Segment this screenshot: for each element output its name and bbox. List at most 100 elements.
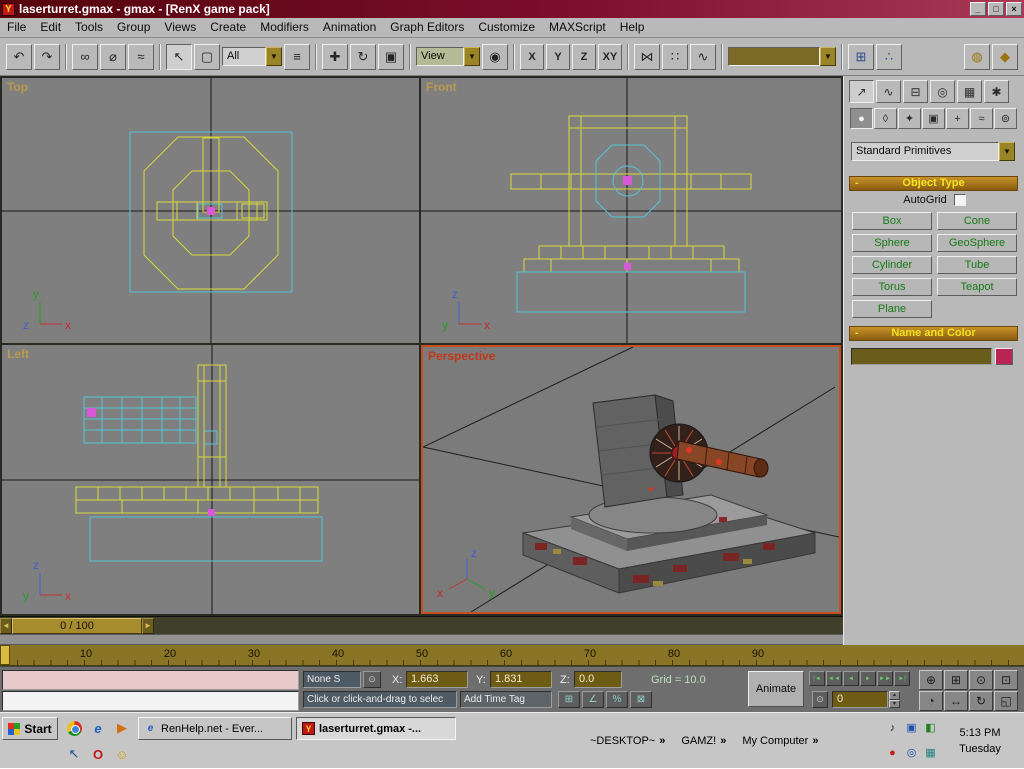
track-next-arrow-icon[interactable]: ► [142,618,154,634]
snap-toggle-icon[interactable]: ⊞ [848,44,874,70]
use-center-icon[interactable]: ◉ [482,44,508,70]
overflow-chevron-icon[interactable]: » [659,735,665,747]
angle-snap-icon[interactable]: ∠ [582,691,604,708]
category-systems-icon[interactable]: ⊚ [994,108,1017,129]
select-by-name-icon[interactable]: ≡ [284,44,310,70]
object-type-cylinder-button[interactable]: Cylinder [852,256,932,274]
tab-hierarchy-icon[interactable]: ⊟ [903,80,928,103]
volume-icon[interactable]: ♪ [884,719,901,736]
frame-spinner[interactable]: ▲ ▼ [889,691,900,708]
unlink-selection-icon[interactable]: ⌀ [100,44,126,70]
grid-points-icon[interactable]: ∴ [876,44,902,70]
object-type-rollout-header[interactable]: - Object Type [849,176,1018,191]
quick-launch-chrome-icon[interactable] [64,718,84,738]
collapse-icon[interactable]: - [855,177,859,190]
y-coordinate-field[interactable]: 1.831 [490,671,552,688]
start-button[interactable]: Start [2,717,58,740]
selection-region-icon[interactable]: ▢ [194,44,220,70]
restrict-y-button[interactable]: Y [546,44,570,70]
menu-create[interactable]: Create [203,18,253,37]
object-type-tube-button[interactable]: Tube [937,256,1017,274]
tab-display-icon[interactable]: ▦ [957,80,982,103]
menu-help[interactable]: Help [613,18,652,37]
object-type-geosphere-button[interactable]: GeoSphere [937,234,1017,252]
undo-icon[interactable]: ↶ [6,44,32,70]
menu-tools[interactable]: Tools [68,18,110,37]
category-helpers-icon[interactable]: + [946,108,969,129]
cd-tray-icon[interactable]: ◎ [903,744,920,761]
current-frame-field[interactable]: 0 [832,691,888,708]
restrict-xy-button[interactable]: XY [598,44,622,70]
curve-editor-icon[interactable]: ∿ [690,44,716,70]
zoom-extents-all-icon[interactable]: ⊡ [994,670,1018,690]
material-editor-icon[interactable]: ◍ [964,44,990,70]
menu-maxscript[interactable]: MAXScript [542,18,613,37]
select-and-move-icon[interactable]: ✚ [322,44,348,70]
firewall-tray-icon[interactable]: ▦ [922,744,939,761]
category-cameras-icon[interactable]: ▣ [922,108,945,129]
viewport-left[interactable]: Left [2,345,419,614]
maxscript-mini-listener-output[interactable] [2,691,299,711]
previous-key-icon[interactable]: ◄◄ [826,671,842,686]
category-shapes-icon[interactable]: ◊ [874,108,897,129]
toolbar-desktop[interactable]: ~DESKTOP~ » [590,735,665,747]
align-icon[interactable]: ∷ [662,44,688,70]
minimize-button[interactable]: _ [970,2,986,16]
dropdown-arrow-icon[interactable]: ▼ [999,142,1015,161]
min-max-toggle-icon[interactable]: ◱ [994,691,1018,711]
render-icon[interactable]: ◆ [992,44,1018,70]
toolbar-gamz[interactable]: GAMZ! » [681,735,726,747]
percent-snap-icon[interactable]: % [606,691,628,708]
category-lights-icon[interactable]: ✦ [898,108,921,129]
overflow-chevron-icon[interactable]: » [720,735,726,747]
next-frame-icon[interactable]: ►► [877,671,893,686]
key-mode-icon[interactable]: ⊙ [812,691,828,708]
spinner-down-icon[interactable]: ▼ [889,700,900,709]
arc-rotate-icon[interactable]: ↻ [969,691,993,711]
restrict-z-button[interactable]: Z [572,44,596,70]
object-type-box-button[interactable]: Box [852,212,932,230]
object-type-cone-button[interactable]: Cone [937,212,1017,230]
viewport-perspective[interactable]: Perspective [421,345,841,614]
object-name-field[interactable] [851,348,992,365]
menu-views[interactable]: Views [157,18,203,37]
maximize-button[interactable]: □ [988,2,1004,16]
alert-tray-icon[interactable]: ● [884,744,901,761]
object-type-teapot-button[interactable]: Teapot [937,278,1017,296]
select-and-rotate-icon[interactable]: ↻ [350,44,376,70]
reference-coordinate-dropdown[interactable]: View ▼ [416,47,480,66]
time-ruler[interactable]: 10 20 30 40 50 60 70 80 90 [0,645,1024,666]
title-bar[interactable]: Y laserturret.gmax - gmax - [RenX game p… [0,0,1024,18]
animate-button[interactable]: Animate [748,671,804,707]
quick-launch-ie-icon[interactable]: e [88,718,108,738]
pan-icon[interactable]: ↔ [944,691,968,711]
zoom-all-icon[interactable]: ⊞ [944,670,968,690]
spinner-snap-icon[interactable]: ⊠ [630,691,652,708]
collapse-icon[interactable]: - [855,327,859,340]
play-icon[interactable]: ► [860,671,876,686]
z-coordinate-field[interactable]: 0.0 [574,671,622,688]
menu-file[interactable]: File [0,18,33,37]
name-color-rollout-header[interactable]: - Name and Color [849,326,1018,341]
quick-launch-opera-icon[interactable]: O [88,744,108,764]
display-settings-icon[interactable]: ▣ [903,719,920,736]
task-button-laserturret[interactable]: Y laserturret.gmax -... [296,717,456,740]
menu-edit[interactable]: Edit [33,18,68,37]
object-color-swatch[interactable] [995,348,1013,365]
overflow-chevron-icon[interactable]: » [812,735,818,747]
select-and-scale-icon[interactable]: ▣ [378,44,404,70]
redo-icon[interactable]: ↷ [34,44,60,70]
x-coordinate-field[interactable]: 1.663 [406,671,468,688]
category-spacewarps-icon[interactable]: ≈ [970,108,993,129]
toolbar-my-computer[interactable]: My Computer » [742,735,818,747]
tab-modify-icon[interactable]: ∿ [876,80,901,103]
dropdown-arrow-icon[interactable]: ▼ [464,47,480,66]
tab-utilities-icon[interactable]: ✱ [984,80,1009,103]
category-geometry-icon[interactable]: ● [850,108,873,129]
time-slider[interactable]: 0 / 100 [12,618,142,634]
restrict-x-button[interactable]: X [520,44,544,70]
quick-launch-cursor-icon[interactable]: ↖ [64,744,84,764]
menu-animation[interactable]: Animation [316,18,383,37]
viewport-front[interactable]: Front [421,78,841,343]
selection-lock-icon[interactable]: ⊙ [363,671,381,688]
